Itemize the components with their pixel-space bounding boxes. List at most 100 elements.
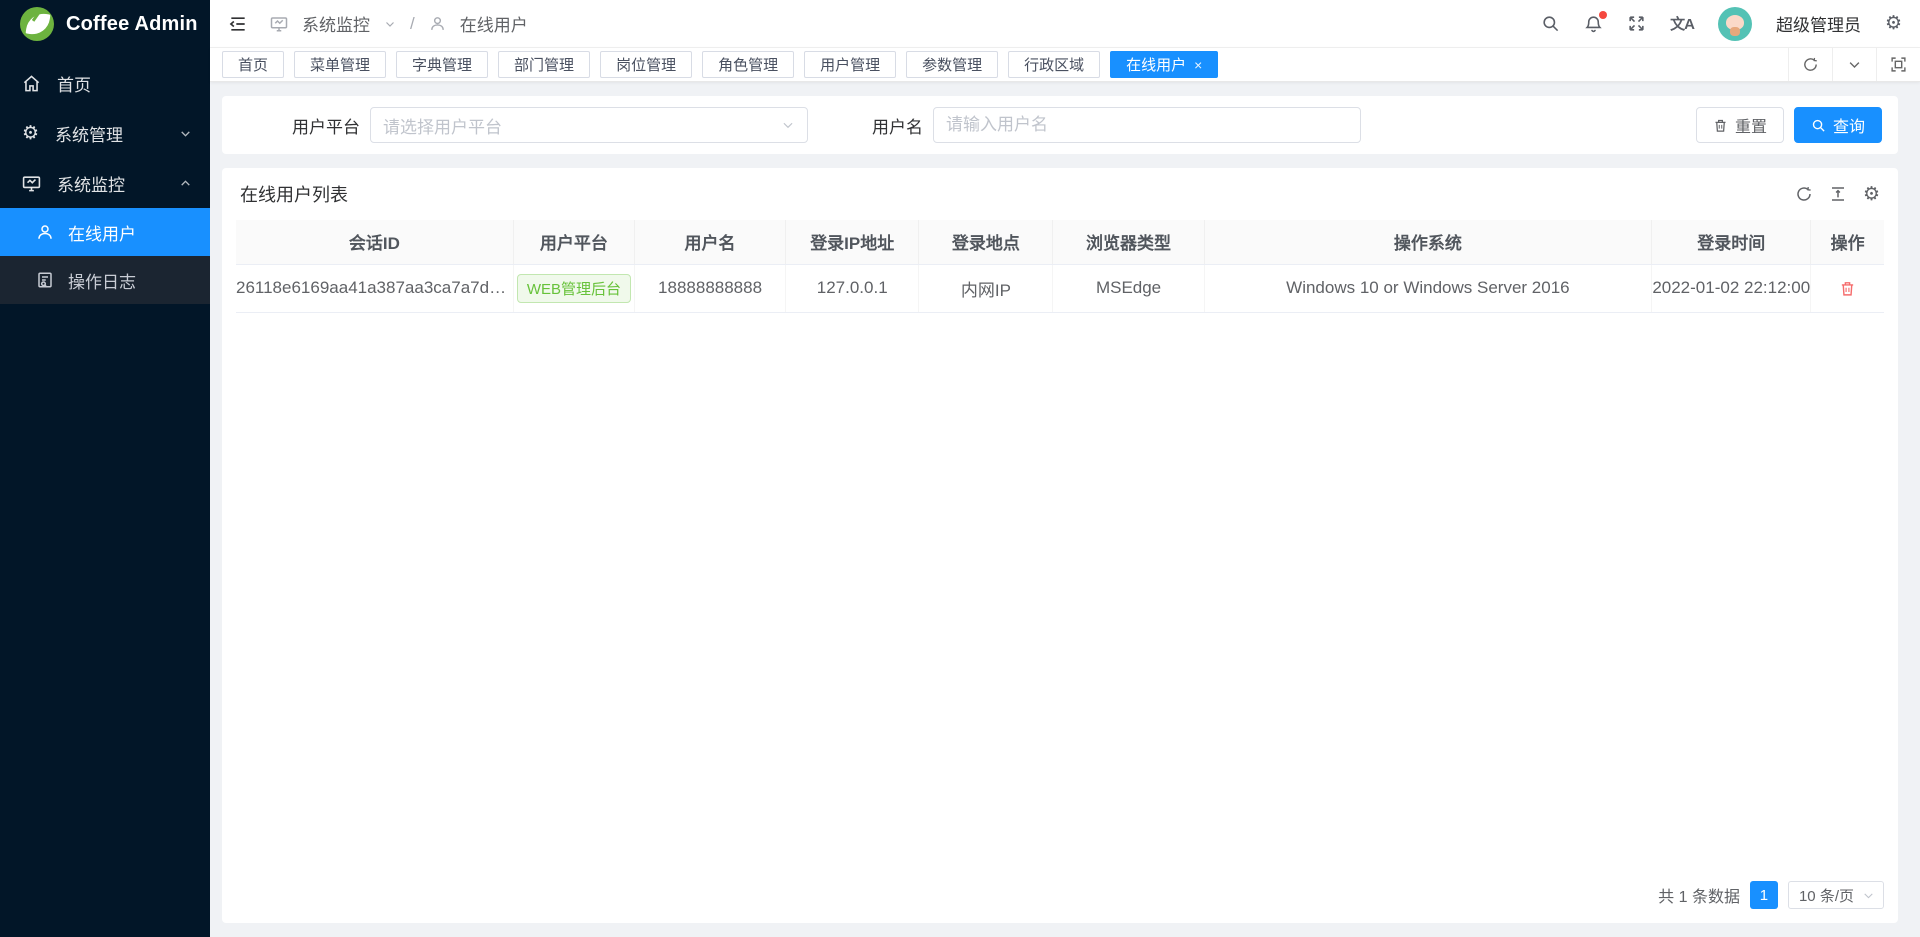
- app-logo[interactable]: Coffee Admin: [0, 0, 210, 48]
- maximize-content-icon[interactable]: [1876, 48, 1920, 81]
- trash-icon: [1713, 118, 1728, 133]
- tab-菜单管理[interactable]: 菜单管理: [294, 51, 386, 78]
- tab-首页[interactable]: 首页: [222, 51, 284, 78]
- log-icon: [36, 271, 54, 289]
- top-header: 系统监控 / 在线用户 文A 超级管理员 ⚙: [210, 0, 1920, 48]
- sidebar-item-label: 系统管理: [55, 121, 163, 146]
- avatar[interactable]: [1718, 7, 1752, 41]
- home-icon: [22, 74, 41, 93]
- tab-字典管理[interactable]: 字典管理: [396, 51, 488, 78]
- cell-action: [1811, 264, 1884, 312]
- column-header: 会话ID: [236, 220, 513, 264]
- notification-badge: [1599, 11, 1607, 19]
- tab-label: 岗位管理: [616, 54, 676, 75]
- table-body: 26118e6169aa41a387aa3ca7a7d2a6beWEB管理后台1…: [236, 264, 1884, 312]
- refresh-table-icon[interactable]: [1795, 185, 1813, 203]
- sidebar-item-operation-log[interactable]: 操作日志: [0, 256, 210, 304]
- column-header: 操作系统: [1204, 220, 1652, 264]
- tab-label: 行政区域: [1024, 54, 1084, 75]
- search-icon[interactable]: [1541, 14, 1560, 33]
- tab-参数管理[interactable]: 参数管理: [906, 51, 998, 78]
- notifications-bell-icon[interactable]: [1584, 14, 1603, 33]
- sidebar-item-home[interactable]: 首页: [0, 58, 210, 108]
- monitor-icon: [22, 174, 41, 193]
- tab-label: 角色管理: [718, 54, 778, 75]
- chevron-down-icon: [1862, 889, 1875, 902]
- fullscreen-icon[interactable]: [1627, 14, 1646, 33]
- table-header-row: 会话ID用户平台用户名登录IP地址登录地点浏览器类型操作系统登录时间操作: [236, 220, 1884, 264]
- tab-label: 首页: [238, 54, 268, 75]
- sidebar-item-label: 在线用户: [68, 220, 136, 245]
- cell-username: 18888888888: [634, 264, 785, 312]
- pagination-total: 共 1 条数据: [1658, 883, 1740, 907]
- open-tabs: 首页 菜单管理 字典管理 部门管理 岗位管理 角色管理 用户管理 参数管理 行政区域 在线用户×: [222, 51, 1788, 78]
- sidebar-item-label: 首页: [57, 71, 192, 96]
- tab-label: 菜单管理: [310, 54, 370, 75]
- tab-label: 用户管理: [820, 54, 880, 75]
- username-input[interactable]: [933, 107, 1361, 143]
- app-title: Coffee Admin: [66, 13, 198, 36]
- chevron-down-icon: [384, 18, 396, 30]
- tab-label: 字典管理: [412, 54, 472, 75]
- chevron-up-icon: [179, 177, 192, 190]
- column-header: 登录IP地址: [786, 220, 919, 264]
- page-size-select[interactable]: 10 条/页: [1788, 881, 1884, 909]
- leaf-logo-icon: [20, 7, 54, 41]
- sidebar: Coffee Admin 首页 ⚙ 系统管理 系统监控 在线用户 操作日志: [0, 0, 210, 937]
- user-icon: [36, 223, 54, 241]
- platform-select[interactable]: 请选择用户平台: [370, 107, 808, 143]
- column-header: 浏览器类型: [1053, 220, 1204, 264]
- filter-bar: 用户平台 请选择用户平台 用户名 重置 查询: [222, 96, 1898, 154]
- cell-login_time: 2022-01-02 22:12:00: [1652, 264, 1811, 312]
- page-number-button[interactable]: 1: [1750, 881, 1778, 909]
- cell-browser: MSEdge: [1053, 264, 1204, 312]
- sidebar-item-online-user[interactable]: 在线用户: [0, 208, 210, 256]
- row-height-icon[interactable]: [1829, 185, 1847, 203]
- search-icon: [1811, 118, 1826, 133]
- platform-filter-label: 用户平台: [292, 113, 360, 138]
- settings-gear-icon[interactable]: ⚙: [1885, 14, 1902, 33]
- platform-select-placeholder: 请选择用户平台: [383, 113, 781, 138]
- breadcrumb-parent[interactable]: 系统监控: [302, 11, 370, 36]
- chevron-down-icon: [179, 127, 192, 140]
- tab-close-icon[interactable]: ×: [1194, 58, 1202, 72]
- current-user-name[interactable]: 超级管理员: [1776, 11, 1861, 36]
- table-row: 26118e6169aa41a387aa3ca7a7d2a6beWEB管理后台1…: [236, 264, 1884, 312]
- tab-角色管理[interactable]: 角色管理: [702, 51, 794, 78]
- chevron-down-icon: [781, 118, 795, 132]
- tab-用户管理[interactable]: 用户管理: [804, 51, 896, 78]
- language-icon[interactable]: 文A: [1670, 13, 1694, 34]
- reset-button[interactable]: 重置: [1696, 107, 1784, 143]
- cell-session_id: 26118e6169aa41a387aa3ca7a7d2a6be: [236, 264, 513, 312]
- username-filter-label: 用户名: [872, 113, 923, 138]
- sidebar-item-system-monitor[interactable]: 系统监控: [0, 158, 210, 208]
- tab-label: 参数管理: [922, 54, 982, 75]
- sidebar-item-system-mgmt[interactable]: ⚙ 系统管理: [0, 108, 210, 158]
- reset-button-label: 重置: [1735, 113, 1767, 137]
- page-size-value: 10 条/页: [1799, 885, 1854, 906]
- tab-部门管理[interactable]: 部门管理: [498, 51, 590, 78]
- cell-ip: 127.0.0.1: [786, 264, 919, 312]
- tab-岗位管理[interactable]: 岗位管理: [600, 51, 692, 78]
- card-title: 在线用户列表: [240, 181, 348, 207]
- platform-tag: WEB管理后台: [517, 274, 631, 303]
- tab-行政区域[interactable]: 行政区域: [1008, 51, 1100, 78]
- sidebar-item-label: 系统监控: [57, 171, 163, 196]
- tab-options-chevron-icon[interactable]: [1832, 48, 1876, 81]
- cell-os: Windows 10 or Windows Server 2016: [1204, 264, 1652, 312]
- collapse-sidebar-icon[interactable]: [228, 14, 248, 34]
- column-header: 登录地点: [919, 220, 1053, 264]
- column-header: 用户平台: [513, 220, 634, 264]
- search-button-label: 查询: [1833, 113, 1865, 137]
- tab-bar: 首页 菜单管理 字典管理 部门管理 岗位管理 角色管理 用户管理 参数管理 行政区域 在线用户×: [210, 48, 1920, 82]
- sidebar-item-label: 操作日志: [68, 268, 136, 293]
- column-header: 登录时间: [1652, 220, 1811, 264]
- column-header: 操作: [1811, 220, 1884, 264]
- search-button[interactable]: 查询: [1794, 107, 1882, 143]
- tab-在线用户[interactable]: 在线用户×: [1110, 51, 1218, 78]
- refresh-tabs-icon[interactable]: [1788, 48, 1832, 81]
- delete-session-icon[interactable]: [1839, 280, 1856, 297]
- user-icon: [429, 15, 446, 32]
- column-settings-gear-icon[interactable]: ⚙: [1863, 185, 1880, 204]
- online-users-table: 会话ID用户平台用户名登录IP地址登录地点浏览器类型操作系统登录时间操作 261…: [236, 220, 1884, 313]
